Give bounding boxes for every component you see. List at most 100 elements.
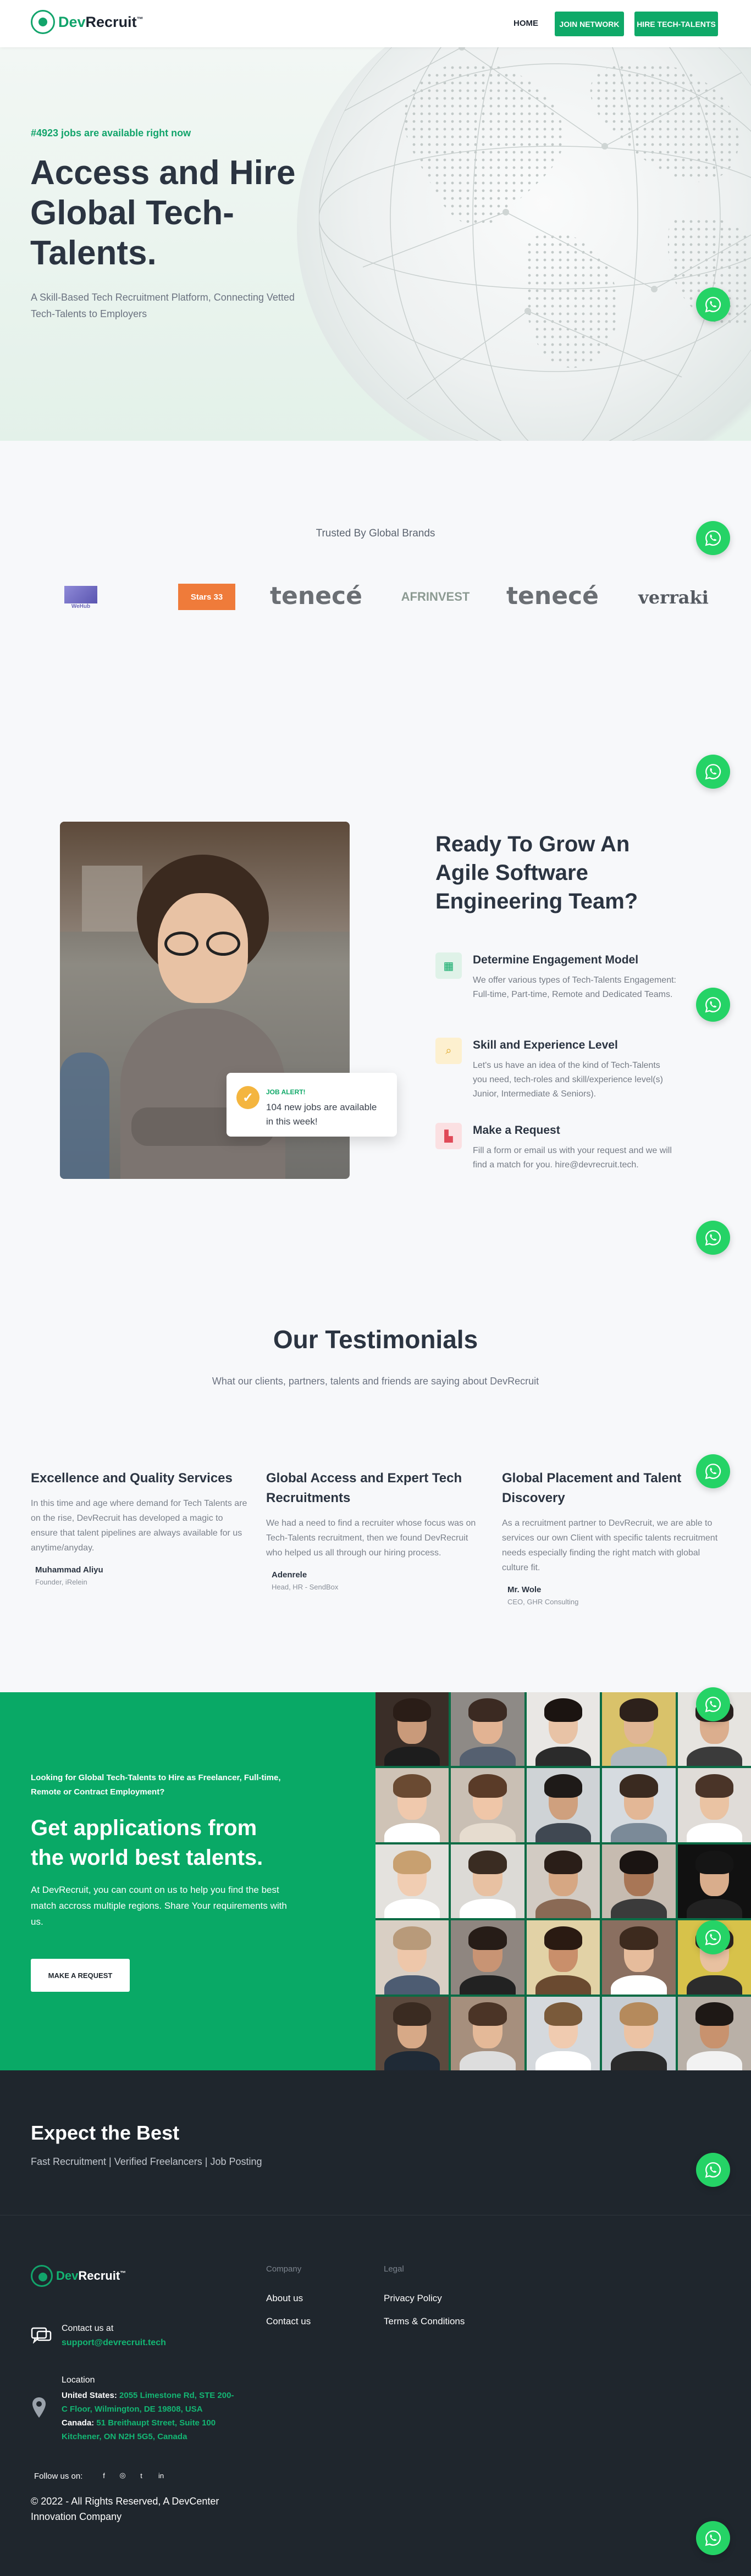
nav-home-link[interactable]: HOME — [513, 19, 538, 28]
testimonial-text: We had a need to find a recruiter whose … — [266, 1519, 476, 1558]
whatsapp-button[interactable] — [696, 2153, 730, 2187]
talent-photo — [451, 1768, 524, 1842]
jobs-available-text: #4923 jobs are available right now — [31, 128, 191, 139]
testimonial-role: Founder, iRelein — [35, 1578, 87, 1586]
talent-photo — [526, 1920, 600, 1995]
join-network-button[interactable]: JOIN NETWORK — [555, 12, 624, 36]
brand-logo-tenece: tenecé — [270, 581, 362, 610]
whatsapp-icon — [705, 297, 721, 313]
feature-make-request: ▙ Make a Request Fill a form or email us… — [435, 1123, 677, 1183]
check-icon: ✓ — [236, 1086, 259, 1109]
feature-text: We offer various types of Tech-Talents E… — [473, 976, 676, 999]
feature-text: Fill a form or email us with your reques… — [473, 1146, 672, 1170]
talent-photo — [451, 1996, 524, 2070]
feature-engagement-model: ▦ Determine Engagement Model We offer va… — [435, 952, 677, 1018]
support-email-link[interactable]: support@devrecruit.tech — [62, 2338, 166, 2348]
logo-text-recruit: Recruit — [78, 2269, 120, 2283]
whatsapp-button[interactable] — [696, 1920, 730, 1954]
facebook-icon[interactable]: f — [97, 2468, 111, 2483]
talent-photo — [375, 1920, 449, 1995]
whatsapp-icon — [705, 1697, 721, 1713]
site-logo[interactable]: DevRecruit™ — [31, 10, 143, 34]
cta-text: At DevRecruit, you can count on us to he… — [31, 1885, 287, 1927]
site-header: DevRecruit™ HOME JOIN NETWORK HIRE TECH-… — [0, 0, 751, 47]
talent-photo — [451, 1844, 524, 1919]
feature-skill-level: ⌕ Skill and Experience Level Let's us ha… — [435, 1038, 677, 1104]
feature-title: Skill and Experience Level — [473, 1039, 618, 1051]
wehub-mark-icon — [64, 585, 97, 603]
whatsapp-button[interactable] — [696, 755, 730, 789]
whatsapp-icon — [705, 997, 721, 1013]
logo-text-dev: Dev — [58, 13, 86, 30]
chart-icon: ▙ — [435, 1123, 462, 1149]
legal-heading: Legal — [384, 2264, 404, 2274]
grid-icon: ▦ — [435, 952, 462, 979]
whatsapp-button[interactable] — [696, 1454, 730, 1488]
testimonial-name: Mr. Wole — [507, 1585, 542, 1594]
whatsapp-button[interactable] — [696, 1687, 730, 1721]
whatsapp-icon — [705, 764, 721, 780]
company-heading: Company — [266, 2264, 302, 2274]
talent-photo — [375, 1844, 449, 1919]
testimonial-card: Global Access and Expert Tech Recruitmen… — [266, 1469, 486, 1591]
privacy-link[interactable]: Privacy Policy — [384, 2293, 442, 2304]
feature-title: Determine Engagement Model — [473, 954, 639, 966]
testimonial-role: CEO, GHR Consulting — [507, 1598, 579, 1606]
whatsapp-button[interactable] — [696, 1221, 730, 1255]
testimonial-text: As a recruitment partner to DevRecruit, … — [502, 1519, 718, 1572]
talent-photo — [526, 1768, 600, 1842]
testimonial-name: Adenrele — [272, 1570, 307, 1580]
talent-photo — [451, 1692, 524, 1766]
job-alert-card: ✓ JOB ALERT! 104 new jobs are available … — [227, 1073, 397, 1137]
terms-link[interactable]: Terms & Conditions — [384, 2316, 465, 2327]
brand-logo-afrinvest: AFRINVEST — [401, 590, 470, 603]
search-icon: ⌕ — [435, 1038, 462, 1064]
chat-icon — [31, 2327, 53, 2344]
testimonial-text: In this time and age where demand for Te… — [31, 1499, 247, 1553]
follow-label: Follow us on: — [34, 2472, 83, 2481]
testimonial-card: Excellence and Quality Services In this … — [31, 1469, 251, 1586]
talent-photo — [375, 1996, 449, 2070]
location-pin-icon — [31, 2396, 47, 2419]
hire-tech-talents-button[interactable]: HIRE TECH-TALENTS — [634, 12, 718, 36]
engagement-title: Ready To Grow An Agile Software Engineer… — [435, 832, 638, 913]
whatsapp-button[interactable] — [696, 287, 730, 322]
testimonial-role: Head, HR - SendBox — [272, 1583, 339, 1591]
testimonial-title: Global Access and Expert Tech Recruitmen… — [266, 1471, 462, 1505]
whatsapp-button[interactable] — [696, 988, 730, 1022]
brand-logo-verraki: verraki — [638, 587, 709, 608]
instagram-icon[interactable]: ◎ — [115, 2468, 130, 2483]
footer-logo[interactable]: DevRecruit™ — [31, 2265, 126, 2287]
talent-photo — [602, 1692, 676, 1766]
contact-link[interactable]: Contact us — [266, 2316, 311, 2327]
job-alert-label: JOB ALERT! — [266, 1088, 306, 1096]
testimonials-subtitle: What our clients, partners, talents and … — [212, 1376, 539, 1387]
feature-text: Let's us have an idea of the kind of Tec… — [473, 1061, 663, 1099]
talent-photo — [602, 1768, 676, 1842]
about-link[interactable]: About us — [266, 2293, 303, 2304]
linkedin-icon[interactable]: in — [154, 2468, 168, 2483]
cta-section: Looking for Global Tech-Talents to Hire … — [0, 1692, 375, 2070]
logo-text-recruit: Recruit — [85, 13, 137, 30]
copyright: © 2022 - All Rights Reserved, A DevCente… — [31, 2496, 219, 2522]
cta-kicker: Looking for Global Tech-Talents to Hire … — [31, 1773, 281, 1797]
location-label: Location — [62, 2375, 95, 2385]
talent-photo — [677, 1996, 751, 2070]
whatsapp-button[interactable] — [696, 2521, 730, 2555]
brand-logo-stars: Stars 33 — [178, 584, 235, 610]
brands-title: Trusted By Global Brands — [316, 528, 435, 539]
whatsapp-button[interactable] — [696, 521, 730, 555]
expect-title: Expect the Best — [31, 2121, 180, 2144]
twitter-icon[interactable]: t — [134, 2468, 148, 2483]
hero-section: #4923 jobs are available right now Acces… — [0, 47, 751, 441]
talent-photo — [602, 1996, 676, 2070]
talent-faces-grid — [375, 1692, 751, 2070]
trademark: ™ — [120, 2270, 126, 2277]
canada-address: Canada: 51 Breithaupt Street, Suite 100 … — [62, 2418, 216, 2441]
testimonial-name: Muhammad Aliyu — [35, 1565, 103, 1575]
expect-tags: Fast Recruitment | Verified Freelancers … — [31, 2156, 262, 2167]
logo-mark-icon — [31, 2265, 53, 2287]
talent-photo — [526, 1692, 600, 1766]
contact-label: Contact us at — [62, 2324, 114, 2333]
make-request-button[interactable]: MAKE A REQUEST — [31, 1959, 130, 1992]
